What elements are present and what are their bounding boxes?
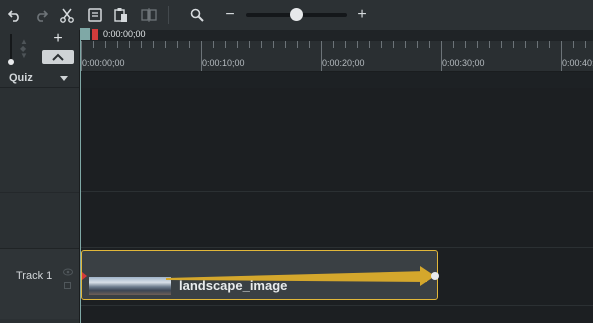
copy-icon[interactable] <box>84 4 106 26</box>
ruler-header-strip <box>81 30 593 41</box>
ruler-tick <box>309 41 310 48</box>
ruler-tick <box>249 41 250 48</box>
lock-icon[interactable] <box>64 282 71 289</box>
ruler-tick <box>141 41 142 48</box>
zoom-slider-knob[interactable] <box>290 8 303 21</box>
playhead-marker[interactable] <box>92 29 98 40</box>
track-divider <box>81 305 593 306</box>
zoom-out-button[interactable]: − <box>219 4 241 26</box>
ruler-tick <box>129 41 130 48</box>
ruler-tick <box>333 41 334 48</box>
ruler-tick <box>93 41 94 48</box>
ruler-tick <box>153 41 154 48</box>
ruler-tick <box>297 41 298 48</box>
ruler-tick <box>453 41 454 48</box>
cut-icon[interactable] <box>56 4 78 26</box>
time-ruler[interactable]: 0:00:00;00 0:00:10;00 0:00:20;00 0:00:30;00… <box>81 41 593 72</box>
ruler-tick <box>537 41 538 48</box>
ruler-tick <box>369 41 370 48</box>
toolbar: − + <box>0 0 593 31</box>
clip-label: landscape_image <box>179 278 288 293</box>
ruler-tick <box>285 41 286 48</box>
ruler-tick <box>393 41 394 48</box>
ruler-tick <box>273 41 274 48</box>
playhead-time: 0:00:00;00 <box>103 29 146 39</box>
quiz-label: Quiz <box>9 72 33 84</box>
media-clip[interactable]: landscape_image <box>81 250 439 301</box>
playhead-handle[interactable] <box>80 28 90 40</box>
undo-icon[interactable] <box>4 4 26 26</box>
ruler-tick <box>549 41 550 48</box>
ruler-tick <box>501 41 502 48</box>
ruler-tick <box>237 41 238 48</box>
ruler-tick <box>489 41 490 48</box>
add-track-button[interactable]: + <box>40 30 76 48</box>
ruler-tick <box>429 41 430 48</box>
ruler-label: 0:00:20;00 <box>322 58 365 68</box>
ruler-tick <box>417 41 418 48</box>
ruler-tick <box>573 41 574 48</box>
ruler-label: 0:00:40;00 <box>562 58 593 68</box>
track-size-icon: ▲ ◆ ▼ <box>20 37 28 60</box>
track-size-slider[interactable] <box>8 34 14 65</box>
ruler-tick <box>585 41 586 48</box>
ruler-tick <box>117 41 118 48</box>
animation-arrow[interactable] <box>82 251 439 301</box>
ruler-tick <box>225 41 226 48</box>
ruler-tick <box>189 41 190 48</box>
track-1-header[interactable]: Track 1 <box>0 248 80 319</box>
ruler-tick <box>261 41 262 48</box>
ruler-tick <box>405 41 406 48</box>
animation-end-handle <box>431 272 439 280</box>
redo-icon[interactable] <box>30 4 52 26</box>
quiz-dropdown-icon[interactable] <box>60 76 68 81</box>
ruler-label: 0:00:00;00 <box>82 58 125 68</box>
ruler-tick <box>213 41 214 48</box>
ruler-tick <box>477 41 478 48</box>
track-label: Track 1 <box>16 270 53 282</box>
zoom-in-button[interactable]: + <box>351 4 373 26</box>
track-row-divider <box>0 192 80 193</box>
paste-icon[interactable] <box>110 4 132 26</box>
ruler-tick <box>525 41 526 48</box>
track-divider <box>81 191 593 192</box>
quiz-row-divider <box>0 87 80 88</box>
ruler-tick <box>105 41 106 48</box>
ruler-tick <box>465 41 466 48</box>
track-header-panel: ▲ ◆ ▼ + Quiz Track 1 <box>0 30 80 323</box>
split-icon[interactable] <box>138 4 160 26</box>
animation-start-handle <box>82 272 87 280</box>
chevron-up-icon <box>52 53 64 61</box>
ruler-label: 0:00:10;00 <box>202 58 245 68</box>
ruler-tick <box>357 41 358 48</box>
collapse-tracks-button[interactable] <box>42 50 74 64</box>
ruler-tick <box>345 41 346 48</box>
track-divider <box>81 247 593 248</box>
playhead-line[interactable] <box>80 30 81 323</box>
zoom-search-icon[interactable] <box>186 4 208 26</box>
ruler-tick <box>165 41 166 48</box>
ruler-tick <box>381 41 382 48</box>
eye-icon[interactable] <box>63 263 73 281</box>
ruler-label: 0:00:30;00 <box>442 58 485 68</box>
ruler-tick <box>513 41 514 48</box>
ruler-tick <box>177 41 178 48</box>
toolbar-separator <box>168 6 169 24</box>
